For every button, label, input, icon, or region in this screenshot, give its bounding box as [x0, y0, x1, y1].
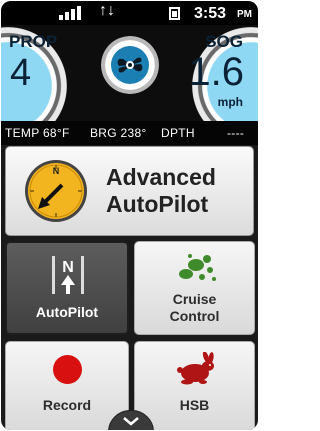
advanced-autopilot-button[interactable]: N Advanced AutoPilot: [5, 146, 254, 236]
propeller-icon: [111, 46, 149, 84]
info-bar: TEMP 68°F BRG 238° DPTH ----: [1, 121, 258, 145]
record-button[interactable]: Record: [5, 341, 129, 430]
clock-time: 3:53: [194, 5, 227, 22]
compass-icon: N: [25, 160, 87, 222]
clock-ampm: PM: [237, 9, 252, 20]
north-letter: N: [62, 259, 74, 276]
prop-value: 4: [10, 52, 32, 94]
record-label: Record: [42, 397, 92, 413]
cruise-control-icon: [179, 254, 216, 281]
autopilot-north-icon: N: [52, 256, 84, 294]
rabbit-icon: [177, 352, 214, 385]
sog-value: 1.6: [188, 50, 244, 94]
signal-icon: [59, 6, 83, 20]
sog-label: SOG: [205, 32, 243, 51]
compass-north-letter: N: [53, 166, 60, 176]
chevron-down-icon: [123, 417, 139, 426]
autopilot-label: AutoPilot: [35, 304, 99, 320]
bearing-readout: BRG 238°: [90, 126, 147, 140]
sync-arrows-icon: ↑↓: [99, 2, 115, 19]
hsb-label: HSB: [179, 397, 210, 413]
autopilot-button[interactable]: N AutoPilot: [5, 241, 129, 335]
cruise-control-label: Cruise Control: [169, 291, 220, 324]
status-bar: ↑↓ 3:53 PM: [1, 1, 258, 25]
sog-unit: mph: [217, 95, 243, 109]
temp-readout: TEMP 68°F: [5, 126, 70, 140]
gauge-strip: PROP 4 SOG 1.6 mph: [1, 25, 258, 145]
depth-value: ----: [227, 126, 245, 140]
propeller-button[interactable]: [101, 36, 159, 94]
prop-label: PROP: [9, 32, 58, 51]
record-icon: [53, 355, 82, 384]
hsb-button[interactable]: HSB: [134, 341, 255, 430]
cruise-control-button[interactable]: Cruise Control: [134, 241, 255, 335]
device-screen: ↑↓ 3:53 PM PROP 4 SOG 1.6 mph TEMP 68°F …: [1, 1, 258, 430]
advanced-autopilot-title: Advanced AutoPilot: [106, 164, 216, 217]
battery-icon: [169, 7, 180, 20]
depth-label: DPTH: [161, 126, 195, 140]
